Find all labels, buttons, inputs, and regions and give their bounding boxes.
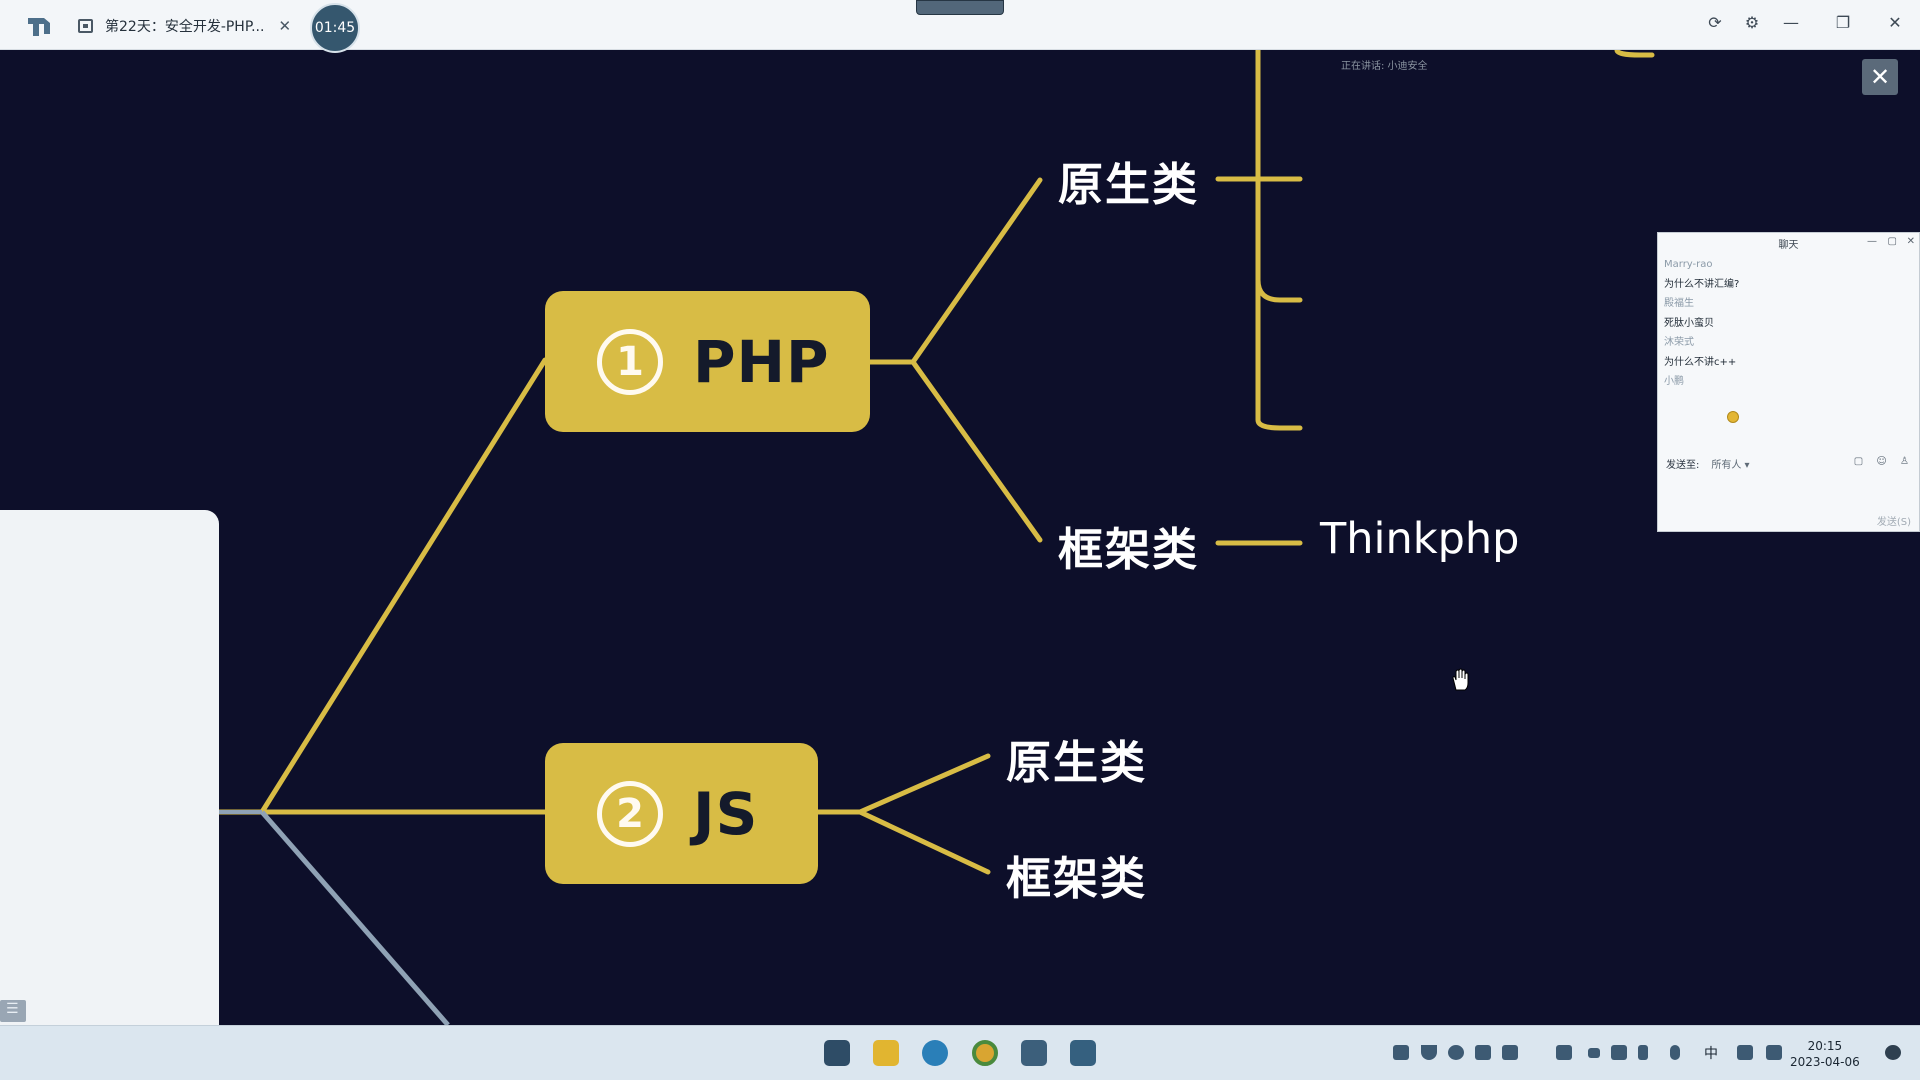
node-php-label: PHP	[693, 327, 830, 396]
clock[interactable]: 20:15 2023-04-06	[1790, 1038, 1860, 1070]
chat-message: 为什么不讲汇编?	[1664, 278, 1740, 290]
title-bar: 第22天：安全开发-PHP... ✕ 01:45 ⟳ ⚙ — ❐ ✕	[0, 0, 1920, 53]
settings-icon[interactable]: ⚙	[1739, 13, 1765, 32]
edge-browser-icon[interactable]	[922, 1040, 948, 1066]
volume-icon[interactable]	[1766, 1045, 1782, 1060]
chat-sender: 小鹏	[1664, 376, 1684, 387]
tab-title: 第22天：安全开发-PHP...	[105, 19, 265, 35]
photos-app-icon[interactable]	[1070, 1040, 1096, 1066]
chat-sender: 殿福生	[1664, 298, 1694, 309]
send-to-label: 发送至:	[1666, 460, 1700, 471]
refresh-icon[interactable]: ⟳	[1702, 13, 1728, 32]
php-branch-native[interactable]: 原生类	[1058, 148, 1199, 213]
tray-network-icon[interactable]	[1588, 1048, 1600, 1058]
chat-window: 聊天 — ▢ ✕ Marry-rao 为什么不讲汇编? 殿福生 死肽小蛮贝 沐荣…	[1657, 232, 1920, 532]
chat-header: 聊天 — ▢ ✕	[1658, 233, 1919, 253]
node-js-label: JS	[693, 779, 759, 848]
chat-send-row: 发送至: 所有人 ▾ ▢ ☺ ♙	[1666, 456, 1914, 471]
mindmap-canvas[interactable]: 1 PHP 2 JS 原生类 框架类 Thinkphp 原生类 框架类	[0, 50, 1920, 1075]
js-branch-framework[interactable]: 框架类	[1006, 842, 1147, 907]
top-handle[interactable]	[916, 0, 1004, 15]
tray-grid-icon[interactable]	[1611, 1045, 1627, 1060]
taskbar: 中 20:15 2023-04-06	[0, 1025, 1920, 1080]
js-branch-native[interactable]: 原生类	[1006, 726, 1147, 791]
chat-message: 死肽小蛮贝	[1664, 317, 1714, 329]
chat-sender: 沐荣式	[1664, 337, 1694, 348]
file-explorer-icon[interactable]	[873, 1040, 899, 1066]
chat-minimize-icon[interactable]: —	[1867, 236, 1877, 247]
timer-badge[interactable]: 01:45	[310, 3, 360, 53]
microphone-icon[interactable]	[1670, 1045, 1680, 1060]
send-button[interactable]: 发送(S)	[1877, 513, 1911, 528]
clock-time: 20:15	[1807, 1039, 1843, 1053]
close-button[interactable]: ✕	[1882, 13, 1908, 32]
chat-maximize-icon[interactable]: ▢	[1888, 236, 1897, 247]
start-icon[interactable]	[824, 1040, 850, 1066]
chat-messages[interactable]: Marry-rao 为什么不讲汇编? 殿福生 死肽小蛮贝 沐荣式 为什么不讲c+…	[1658, 253, 1919, 394]
outline-icon[interactable]	[0, 1000, 26, 1022]
app-logo-icon[interactable]	[26, 14, 52, 38]
tray-usb-icon[interactable]	[1638, 1045, 1648, 1060]
tray-app-icon[interactable]	[1448, 1045, 1464, 1060]
lecture-close-button[interactable]: ✕	[1862, 59, 1898, 95]
side-panel	[0, 510, 219, 1075]
chat-message: 为什么不讲c++	[1664, 356, 1737, 368]
php-branch-framework[interactable]: 框架类	[1058, 513, 1199, 578]
tab-close-icon[interactable]: ✕	[278, 17, 291, 35]
tray-photos-icon[interactable]	[1393, 1045, 1409, 1060]
minimize-button[interactable]: —	[1778, 13, 1804, 32]
node-php[interactable]: 1 PHP	[545, 291, 870, 432]
tray-classroom-icon[interactable]	[1475, 1045, 1491, 1060]
chat-sender: Marry-rao	[1664, 259, 1713, 270]
classroom-app-icon[interactable]	[1021, 1040, 1047, 1066]
hand-cursor-icon	[1452, 668, 1469, 691]
notification-icon[interactable]	[1885, 1045, 1901, 1060]
document-icon	[78, 19, 93, 33]
ime-indicator[interactable]: 中	[1704, 1043, 1718, 1063]
speaking-indicator: 正在讲话: 小迪安全	[1341, 61, 1428, 72]
php-leaf-thinkphp[interactable]: Thinkphp	[1320, 514, 1519, 564]
chat-tools[interactable]: ▢ ☺ ♙	[1854, 456, 1914, 471]
chat-close-icon[interactable]: ✕	[1907, 236, 1915, 247]
node-js-number: 2	[597, 780, 663, 847]
node-js[interactable]: 2 JS	[545, 743, 818, 884]
tray-message-icon[interactable]	[1556, 1045, 1572, 1060]
connector-lines	[216, 50, 1655, 1025]
network-icon[interactable]	[1737, 1045, 1753, 1060]
tray-shield-icon[interactable]	[1421, 1045, 1437, 1060]
clock-date: 2023-04-06	[1790, 1055, 1860, 1069]
recipient-select[interactable]: 所有人 ▾	[1711, 456, 1749, 471]
chat-title: 聊天	[1778, 239, 1799, 251]
chrome-browser-icon[interactable]	[972, 1040, 998, 1066]
node-php-number: 1	[597, 328, 663, 395]
restore-button[interactable]: ❐	[1830, 13, 1856, 32]
tab-lesson[interactable]: 第22天：安全开发-PHP... ✕	[68, 8, 296, 44]
emoji-icon	[1727, 411, 1739, 423]
tray-display-icon[interactable]	[1502, 1045, 1518, 1060]
